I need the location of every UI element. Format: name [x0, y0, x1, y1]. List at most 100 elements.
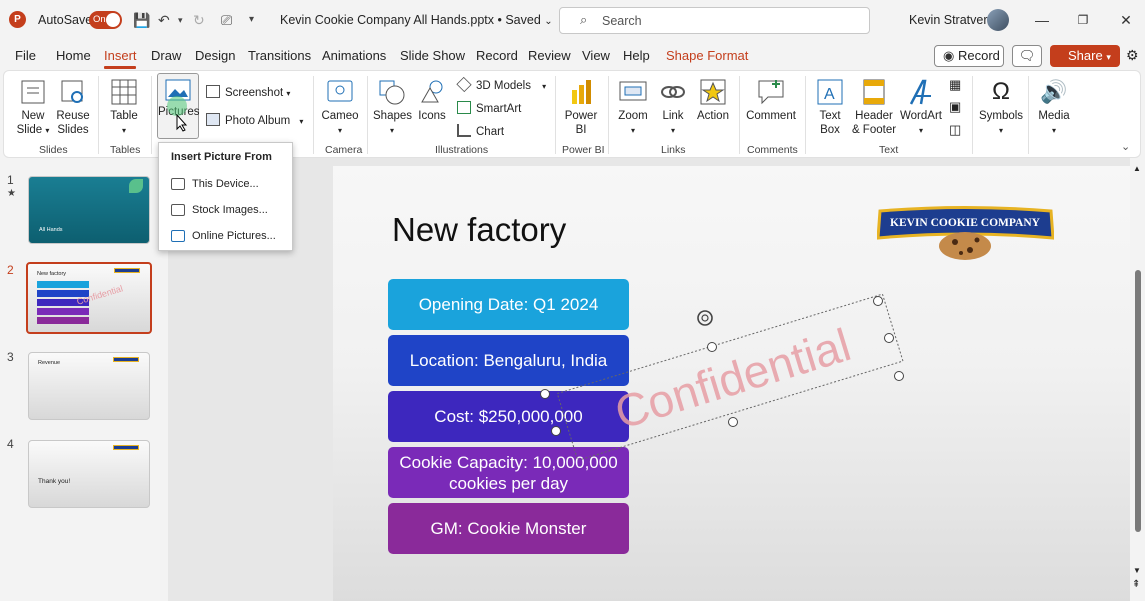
wordart-button[interactable]: WordArt ▾ [899, 78, 943, 138]
tab-view[interactable]: View [582, 48, 610, 63]
menu-item-stock-images[interactable]: Stock Images... [159, 198, 292, 222]
menu-item-this-device[interactable]: This Device... [159, 172, 292, 196]
table-button[interactable]: Table ▾ [106, 78, 142, 138]
tab-design[interactable]: Design [195, 48, 235, 63]
scrollbar-thumb[interactable] [1135, 270, 1141, 532]
share-button[interactable]: Share ▾ [1050, 45, 1120, 67]
previous-slide-icon[interactable]: ⇞ [1132, 579, 1140, 590]
slide-number: 3 [7, 350, 14, 364]
menu-item-online-pictures[interactable]: Online Pictures... [159, 224, 292, 248]
tab-insert[interactable]: Insert [104, 48, 137, 63]
scroll-down-icon[interactable]: ▼ [1133, 566, 1141, 575]
document-title[interactable]: Kevin Cookie Company All Hands.pptx • Sa… [280, 13, 553, 27]
collapse-ribbon-icon[interactable]: ⌄ [1121, 140, 1130, 153]
tab-draw[interactable]: Draw [151, 48, 181, 63]
resize-handle[interactable] [884, 333, 894, 343]
media-button[interactable]: 🔊 Media ▾ [1034, 78, 1074, 138]
rotate-handle-icon[interactable] [697, 310, 713, 326]
present-icon[interactable]: ⎚ [221, 11, 232, 29]
active-tab-indicator [104, 66, 136, 69]
screenshot-button[interactable]: Screenshot ▾ [206, 85, 290, 101]
reuse-slides-label-line2: Slides [57, 124, 89, 136]
undo-dropdown-icon[interactable]: ▾ [178, 11, 183, 29]
header-footer-label-line1: Header [855, 110, 893, 122]
group-label-power-bi: Power BI [562, 144, 605, 156]
redo-icon[interactable]: ↻ [193, 11, 205, 29]
symbols-button[interactable]: Ω Symbols ▾ [978, 78, 1024, 138]
slide-number-icon[interactable]: ▣ [949, 99, 961, 115]
new-slide-button[interactable]: New Slide ▾ [14, 78, 52, 138]
slide-title[interactable]: New factory [392, 211, 566, 249]
tab-shape-format[interactable]: Shape Format [666, 48, 748, 63]
comment-button[interactable]: Comment [745, 78, 797, 123]
resize-handle[interactable] [873, 296, 883, 306]
text-box-label-line1: Text [819, 110, 841, 122]
tab-home[interactable]: Home [56, 48, 91, 63]
restore-icon[interactable]: ❐ [1072, 9, 1094, 31]
undo-icon[interactable]: ↶ [158, 11, 170, 29]
photo-album-button[interactable]: Photo Album ▾ [206, 113, 303, 129]
text-box-button[interactable]: A Text Box [812, 78, 848, 137]
chevron-down-icon: ▾ [337, 126, 342, 135]
separator [367, 76, 368, 154]
user-name[interactable]: Kevin Stratvert [909, 13, 991, 27]
slide-thumbnail-4[interactable]: Thank you! [28, 440, 150, 508]
date-time-icon[interactable]: ▦ [949, 77, 961, 93]
tab-slide-show[interactable]: Slide Show [400, 48, 465, 63]
save-icon[interactable]: 💾 [133, 11, 150, 29]
object-icon[interactable]: ◫ [949, 122, 961, 138]
slide-thumbnail-2[interactable]: New factory Confidential [26, 262, 152, 334]
smartart-button[interactable]: SmartArt [457, 101, 521, 116]
power-bi-button[interactable]: Power BI [561, 78, 601, 137]
new-slide-label-line2: Slide [16, 124, 43, 136]
close-icon[interactable]: ✕ [1115, 9, 1137, 31]
action-label: Action [697, 110, 729, 122]
header-footer-button[interactable]: Header & Footer [851, 78, 897, 137]
content-box-gm[interactable]: GM: Cookie Monster [388, 503, 629, 554]
avatar[interactable] [987, 9, 1009, 31]
reuse-slides-button[interactable]: Reuse Slides [55, 78, 91, 137]
tab-record[interactable]: Record [476, 48, 518, 63]
action-button[interactable]: Action [694, 78, 732, 123]
minimize-icon[interactable]: — [1031, 9, 1053, 31]
resize-handle[interactable] [551, 426, 561, 436]
link-icon [661, 86, 685, 98]
resize-handle[interactable] [540, 389, 550, 399]
shapes-button[interactable]: Shapes ▾ [373, 78, 413, 138]
thumbnail-title: All Hands [39, 227, 63, 233]
tab-review[interactable]: Review [528, 48, 571, 63]
cameo-button[interactable]: Cameo ▾ [320, 78, 360, 138]
resize-handle[interactable] [894, 371, 904, 381]
separator [313, 76, 314, 154]
cameo-label: Cameo [321, 110, 359, 122]
link-button[interactable]: Link ▾ [656, 78, 690, 138]
scroll-up-icon[interactable]: ▲ [1133, 164, 1141, 173]
record-button[interactable]: ◉ Record [934, 45, 1004, 67]
tab-animations[interactable]: Animations [322, 48, 386, 63]
watermark-selection[interactable]: Confidential [540, 290, 920, 460]
search-box[interactable]: ⌕ Search [559, 7, 870, 34]
cube-icon [456, 76, 472, 93]
shapes-label: Shapes [373, 110, 413, 122]
link-label: Link [662, 110, 684, 122]
vertical-scrollbar[interactable]: ▲ ▼ ⇞ [1130, 163, 1145, 601]
zoom-button[interactable]: Zoom ▾ [614, 78, 652, 138]
chart-button[interactable]: Chart [457, 124, 504, 139]
resize-handle[interactable] [707, 342, 717, 352]
reuse-slides-icon [61, 80, 83, 103]
slide-thumbnail-1[interactable]: All Hands [28, 176, 150, 244]
menu-item-label: This Device... [192, 178, 259, 190]
tab-file[interactable]: File [15, 48, 36, 63]
resize-handle[interactable] [728, 417, 738, 427]
autosave-toggle[interactable]: On [89, 11, 122, 29]
tab-help[interactable]: Help [623, 48, 650, 63]
pictures-button[interactable]: Pictures [158, 78, 200, 119]
tab-transitions[interactable]: Transitions [248, 48, 311, 63]
separator [1028, 76, 1029, 154]
comments-button[interactable]: 🗨 [1012, 45, 1042, 67]
customize-toolbar-icon[interactable]: ▾ [249, 11, 254, 29]
icons-button[interactable]: Icons [414, 78, 450, 123]
copilot-icon[interactable]: ⚙ [1126, 47, 1139, 64]
slide-thumbnail-3[interactable]: Revenue [28, 352, 150, 420]
3d-models-button[interactable]: 3D Models ▾ [456, 76, 546, 94]
